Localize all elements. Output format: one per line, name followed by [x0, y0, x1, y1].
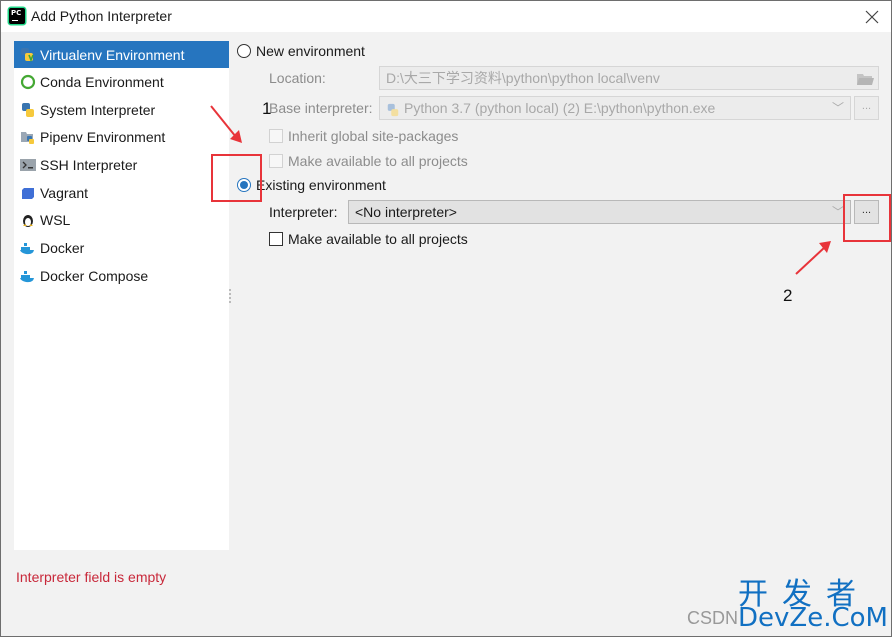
sidebar-item-virtualenv[interactable]: Virtualenv Environment	[14, 41, 229, 68]
sidebar-item-docker[interactable]: Docker	[14, 234, 229, 261]
existing-make-available-checkbox[interactable]	[269, 232, 283, 246]
inherit-packages-label: Inherit global site-packages	[288, 128, 459, 144]
docker-compose-icon	[20, 268, 36, 284]
base-interpreter-label: Base interpreter:	[269, 100, 373, 116]
sidebar-item-label: Virtualenv Environment	[40, 46, 185, 63]
terminal-icon	[20, 157, 36, 173]
interpreter-value: <No interpreter>	[355, 204, 457, 220]
sidebar-item-label: Docker	[40, 239, 85, 256]
sidebar-item-label: Pipenv Environment	[40, 128, 166, 145]
virtualenv-icon	[20, 47, 36, 63]
linux-penguin-icon	[20, 212, 36, 228]
dialog-title: Add Python Interpreter	[31, 8, 172, 24]
annotation-box-browse	[843, 194, 891, 242]
add-python-interpreter-dialog: PC Add Python Interpreter Virtualenv Env…	[0, 0, 892, 637]
location-value: D:\大三下学习资料\python\python local\venv	[386, 70, 660, 86]
devze-watermark-en: DevZe.CoM	[738, 603, 888, 633]
annotation-step-1: 1	[262, 99, 272, 118]
sidebar-item-docker-compose[interactable]: Docker Compose	[14, 262, 229, 289]
annotation-arrow-2	[795, 241, 831, 275]
error-message: Interpreter field is empty	[16, 569, 167, 585]
csdn-watermark: CSDN	[687, 608, 739, 628]
existing-make-available-label: Make available to all projects	[288, 231, 468, 247]
docker-icon	[20, 240, 36, 256]
folder-icon[interactable]	[856, 70, 874, 89]
sidebar-item-pipenv[interactable]: Pipenv Environment	[14, 123, 229, 150]
vagrant-icon	[20, 185, 36, 201]
interpreter-select[interactable]: <No interpreter> ﹀	[348, 200, 851, 224]
new-environment-label: New environment	[256, 43, 365, 59]
pipenv-icon	[20, 129, 36, 145]
new-environment-radio[interactable]	[237, 44, 251, 58]
location-input[interactable]: D:\大三下学习资料\python\python local\venv	[379, 66, 879, 90]
chevron-down-icon: ﹀	[831, 101, 844, 115]
close-icon	[865, 10, 879, 24]
interpreter-label: Interpreter:	[269, 204, 338, 220]
sidebar-item-ssh[interactable]: SSH Interpreter	[14, 151, 229, 178]
sidebar-item-label: SSH Interpreter	[40, 156, 138, 173]
sidebar-item-label: Docker Compose	[40, 267, 149, 284]
title-bar: PC Add Python Interpreter	[1, 1, 891, 32]
inherit-packages-checkbox[interactable]	[269, 129, 283, 143]
sidebar-item-system[interactable]: System Interpreter	[14, 96, 229, 123]
pycharm-logo-icon: PC	[9, 8, 25, 24]
sidebar-item-label: WSL	[40, 211, 71, 228]
interpreter-type-list: Virtualenv Environment Conda Environment…	[14, 41, 229, 550]
base-interpreter-select[interactable]: Python 3.7 (python local) (2) E:\python\…	[379, 96, 851, 120]
base-interpreter-value: Python 3.7 (python local) (2) E:\python\…	[404, 100, 716, 116]
annotation-box-radio	[211, 154, 262, 202]
python-icon	[386, 101, 400, 119]
sidebar-item-label: System Interpreter	[40, 101, 156, 118]
new-env-make-available-label: Make available to all projects	[288, 153, 468, 169]
conda-icon	[20, 74, 36, 90]
python-icon	[20, 102, 36, 118]
sidebar-item-conda[interactable]: Conda Environment	[14, 68, 229, 95]
close-button[interactable]	[861, 6, 883, 28]
location-label: Location:	[269, 70, 326, 86]
splitter-handle[interactable]	[229, 289, 233, 303]
annotation-step-2: 2	[783, 286, 793, 305]
sidebar-item-wsl[interactable]: WSL	[14, 206, 229, 233]
sidebar-item-vagrant[interactable]: Vagrant	[14, 179, 229, 206]
base-interpreter-browse-button[interactable]: ...	[854, 96, 879, 120]
new-env-make-available-checkbox[interactable]	[269, 154, 283, 168]
sidebar-item-label: Vagrant	[40, 184, 88, 201]
sidebar-item-label: Conda Environment	[40, 73, 164, 90]
annotation-arrow-1	[210, 105, 242, 143]
existing-environment-label: Existing environment	[256, 177, 386, 193]
